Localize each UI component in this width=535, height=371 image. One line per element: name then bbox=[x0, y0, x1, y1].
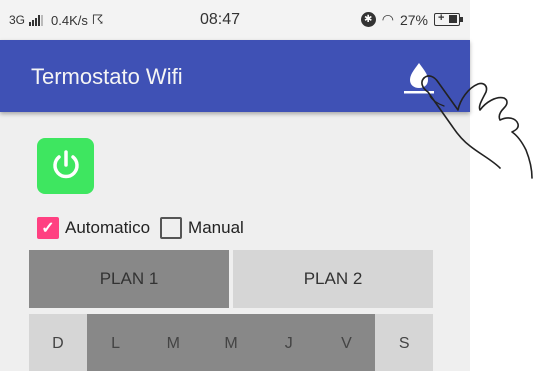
manual-checkbox[interactable]: Manual bbox=[160, 217, 244, 239]
power-button[interactable] bbox=[37, 138, 94, 194]
day-wednesday[interactable]: M bbox=[202, 314, 260, 371]
day-selector: D L M M J V S bbox=[29, 314, 434, 371]
signal-icon bbox=[29, 14, 44, 26]
day-monday[interactable]: L bbox=[86, 314, 145, 371]
network-speed: 0.4K/s bbox=[51, 12, 88, 28]
wifi-icon: ◠ bbox=[381, 11, 394, 27]
check-icon: ✓ bbox=[37, 217, 59, 239]
bluetooth-icon: ✱ bbox=[360, 12, 376, 27]
automatic-label: Automatico bbox=[65, 218, 151, 237]
usb-icon: ☈ bbox=[91, 12, 104, 27]
automatic-checkbox[interactable]: ✓ Automatico bbox=[37, 217, 150, 239]
checkbox-empty-icon bbox=[160, 217, 183, 239]
status-time: 08:47 bbox=[200, 11, 241, 28]
plan-2-button[interactable]: PLAN 2 bbox=[233, 250, 433, 308]
plan-2-label: PLAN 2 bbox=[303, 269, 363, 288]
network-type: 3G bbox=[9, 13, 26, 27]
mode-selector: ✓ Automatico Manual bbox=[37, 217, 244, 239]
day-thursday[interactable]: J bbox=[259, 314, 318, 371]
day-sunday[interactable]: D bbox=[29, 314, 87, 371]
day-friday[interactable]: V bbox=[317, 314, 376, 371]
manual-label: Manual bbox=[188, 218, 244, 237]
day-tuesday[interactable]: M bbox=[144, 314, 203, 371]
plan-1-label: PLAN 1 bbox=[99, 269, 159, 288]
battery-icon: + bbox=[434, 12, 463, 26]
hand-pointer-icon bbox=[421, 75, 533, 179]
status-left: 3G 0.4K/s ☈ bbox=[9, 12, 104, 28]
app-bar: Termostato Wifi bbox=[0, 40, 470, 112]
plan-1-button[interactable]: PLAN 1 bbox=[29, 250, 229, 308]
status-right: ✱ ◠ 27% + bbox=[360, 11, 463, 28]
day-saturday[interactable]: S bbox=[375, 314, 434, 371]
phone-screen: 3G 0.4K/s ☈ 08:47 ✱ ◠ 27% + Termostato W… bbox=[0, 0, 470, 371]
power-icon bbox=[52, 150, 79, 179]
battery-percent: 27% bbox=[399, 11, 428, 28]
status-bar: 3G 0.4K/s ☈ 08:47 ✱ ◠ 27% + bbox=[0, 0, 470, 40]
app-title: Termostato Wifi bbox=[31, 64, 183, 89]
